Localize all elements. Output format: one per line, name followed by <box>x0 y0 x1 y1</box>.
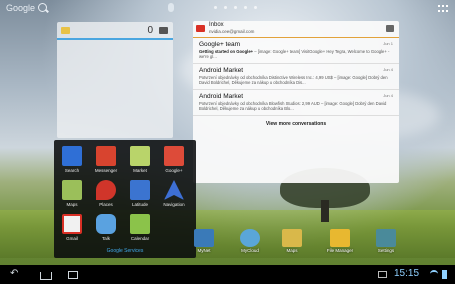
mynet-icon <box>194 229 214 247</box>
desktop-icon-label: MyNet <box>197 248 211 253</box>
google-services-folder: Search Messenger Market Google+ Maps Pla… <box>54 140 196 258</box>
recent-apps-icon[interactable] <box>68 271 78 279</box>
app-gmail[interactable]: Gmail <box>54 212 90 244</box>
app-messenger[interactable]: Messenger <box>88 144 124 176</box>
conversation-date: Jun 1 <box>383 41 393 46</box>
app-label: Calendar <box>130 236 150 241</box>
messenger-icon <box>96 146 116 166</box>
app-google-plus[interactable]: Google+ <box>156 144 192 176</box>
desktop-icon-mycloud[interactable]: MyCloud <box>230 226 270 256</box>
app-talk[interactable]: Talk <box>88 212 124 244</box>
mail-widget-header: 0 <box>57 22 173 40</box>
app-navigation[interactable]: Navigation <box>156 178 192 210</box>
app-label: Talk <box>101 236 110 241</box>
app-label: Google+ <box>165 168 183 173</box>
gallery-icon[interactable] <box>378 271 387 278</box>
gmail-icon <box>62 214 82 234</box>
battery-icon <box>442 270 447 279</box>
navigation-bar: ↶ 15:15 <box>0 265 455 284</box>
inbox-title: Inbox <box>209 22 224 28</box>
mic-icon[interactable] <box>168 3 174 12</box>
conversation-sender: Android Market <box>199 67 244 74</box>
settings-icon <box>376 229 396 247</box>
conversation-sender: Android Market <box>199 93 244 100</box>
app-calendar[interactable]: Calendar <box>122 212 158 244</box>
app-label: Messenger <box>94 168 118 173</box>
folder-name[interactable]: Google Services <box>54 248 196 254</box>
desktop-icon-label: MyCloud <box>241 248 259 253</box>
mail-widget[interactable]: 0 <box>57 22 173 138</box>
google-plus-icon <box>164 146 184 166</box>
app-label: Maps <box>66 202 78 207</box>
conversation-item[interactable]: Android Market Jun 4 Potvrzení objednávk… <box>193 64 399 90</box>
folder-icon <box>330 229 350 247</box>
conversation-sender: Google+ team <box>199 41 241 48</box>
desktop-icon-label: File Manager <box>326 248 354 253</box>
places-icon <box>96 180 116 200</box>
desktop-icon-settings[interactable]: Settings <box>366 226 406 256</box>
search-app-icon <box>62 146 82 166</box>
unread-count: 0 <box>147 25 153 36</box>
desktop-icon-maps[interactable]: Maps <box>272 226 312 256</box>
home-icon[interactable] <box>40 272 52 280</box>
app-label: Places <box>99 202 113 207</box>
app-label: Navigation <box>163 202 185 207</box>
maps-icon <box>282 229 302 247</box>
desktop-icon-mynet[interactable]: MyNet <box>184 226 224 256</box>
app-latitude[interactable]: Latitude <box>122 178 158 210</box>
app-market[interactable]: Market <box>122 144 158 176</box>
desktop-icon-label: Maps <box>286 248 298 253</box>
view-more-link[interactable]: View more conversations <box>193 121 399 127</box>
wifi-icon <box>430 270 438 278</box>
gmail-widget[interactable]: Inbox nvidia.cee@gmail.com Google+ team … <box>193 21 399 183</box>
compose-icon[interactable] <box>386 25 394 32</box>
app-label: Gmail <box>66 236 78 241</box>
background-tree-trunk <box>321 200 329 222</box>
app-places[interactable]: Places <box>88 178 124 210</box>
search-icon[interactable] <box>38 3 47 12</box>
conversation-snippet: Getting started on Google+ – [image: Goo… <box>199 49 390 59</box>
app-maps[interactable]: Maps <box>54 178 90 210</box>
conversation-item[interactable]: Android Market Jun 4 Potvrzení objednávk… <box>193 90 399 116</box>
latitude-icon <box>130 180 150 200</box>
envelope-icon[interactable] <box>159 27 168 34</box>
app-label: Search <box>64 168 80 173</box>
desktop-icon-label: Settings <box>377 248 395 253</box>
apps-icon[interactable] <box>438 5 448 13</box>
mycloud-icon <box>240 229 260 247</box>
market-icon <box>130 146 150 166</box>
conversation-date: Jun 4 <box>383 67 393 72</box>
conversation-date: Jun 4 <box>383 93 393 98</box>
top-bar: Google <box>0 0 455 18</box>
talk-icon <box>96 214 116 234</box>
app-search[interactable]: Search <box>54 144 90 176</box>
back-icon[interactable]: ↶ <box>10 269 18 279</box>
conversation-item[interactable]: Google+ team Jun 1 Getting started on Go… <box>193 38 399 64</box>
account-address: nvidia.cee@gmail.com <box>209 29 255 34</box>
app-label: Market <box>133 168 147 173</box>
google-search-label[interactable]: Google <box>6 3 35 13</box>
mail-icon <box>61 27 70 34</box>
page-indicator <box>214 6 257 9</box>
app-label: Latitude <box>131 202 148 207</box>
desktop-icon-file-manager[interactable]: File Manager <box>320 226 360 256</box>
conversation-snippet: Potvrzení objednávky od obchodníka Disti… <box>199 75 388 85</box>
conversation-snippet: Potvrzení objednávky od obchodníka Blowf… <box>199 101 387 111</box>
calendar-icon <box>130 214 150 234</box>
gmail-widget-header: Inbox nvidia.cee@gmail.com <box>193 21 399 38</box>
status-clock[interactable]: 15:15 <box>394 268 419 279</box>
navigation-icon <box>164 180 184 200</box>
gmail-icon <box>196 25 205 32</box>
maps-icon <box>62 180 82 200</box>
